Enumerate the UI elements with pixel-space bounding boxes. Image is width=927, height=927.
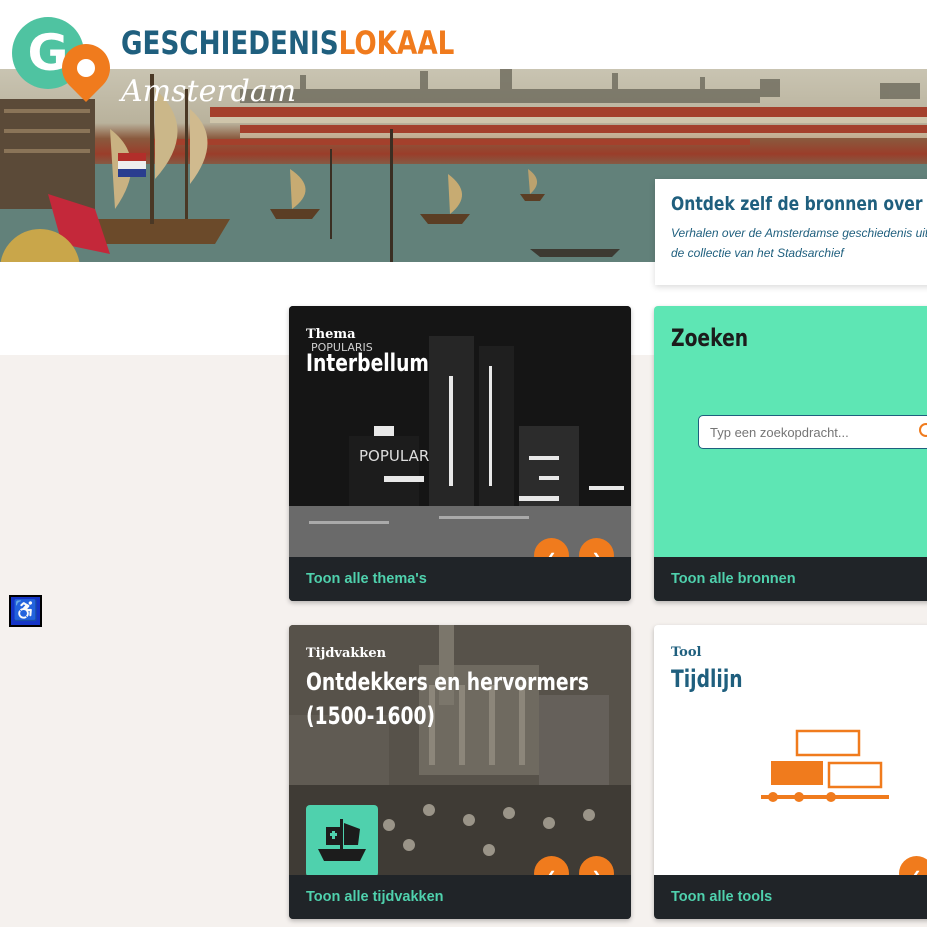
intro-title: Ontdek zelf de bronnen over Ams	[671, 193, 927, 215]
theme-footer-link[interactable]: Toon alle thema's	[289, 557, 631, 601]
period-title-line2: (1500-1600)	[306, 702, 436, 730]
intro-card: Ontdek zelf de bronnen over Ams Verhalen…	[655, 179, 927, 285]
period-title-line1: Ontdekkers en hervormers	[306, 668, 589, 696]
tool-label: Tool	[671, 645, 702, 660]
search-icon[interactable]	[919, 423, 927, 437]
interbellum-photo: POPULAR POPULARIS	[289, 306, 631, 557]
period-title[interactable]: Ontdekkers en hervormers (1500-1600)	[306, 665, 618, 733]
period-footer-link[interactable]: Toon alle tijdvakken	[289, 875, 631, 919]
wheelchair-icon[interactable]: ♿	[9, 595, 42, 627]
search-box[interactable]	[698, 415, 927, 449]
tool-card[interactable]: Tool Tijdlijn ‹ Toon alle tools	[654, 625, 927, 919]
brand-part-1: GESCHIEDENIS	[121, 24, 339, 62]
svg-text:POPULAR: POPULAR	[359, 447, 429, 465]
period-label: Tijdvakken	[306, 646, 387, 661]
search-title: Zoeken	[671, 324, 749, 352]
search-footer-link[interactable]: Toon alle bronnen	[654, 557, 927, 601]
search-input[interactable]	[699, 416, 909, 448]
timeline-icon	[761, 729, 889, 802]
tool-title[interactable]: Tijdlijn	[671, 665, 743, 693]
brand-part-2: LOKAAL	[338, 24, 455, 62]
city-name: Amsterdam	[121, 74, 297, 109]
theme-card[interactable]: POPULAR POPULARIS Thema Interbellum ‹ › …	[289, 306, 631, 601]
tool-footer-link[interactable]: Toon alle tools	[654, 875, 927, 919]
period-card[interactable]: Tijdvakken Ontdekkers en hervormers (150…	[289, 625, 631, 919]
intro-subtitle: Verhalen over de Amsterdamse geschiedeni…	[671, 226, 927, 260]
site-brand[interactable]: GESCHIEDENISLOKAAL	[121, 24, 454, 62]
ship-icon	[306, 805, 378, 887]
theme-title[interactable]: Interbellum	[306, 346, 618, 380]
theme-label: Thema	[306, 327, 356, 342]
search-card: Zoeken Toon alle bronnen	[654, 306, 927, 601]
